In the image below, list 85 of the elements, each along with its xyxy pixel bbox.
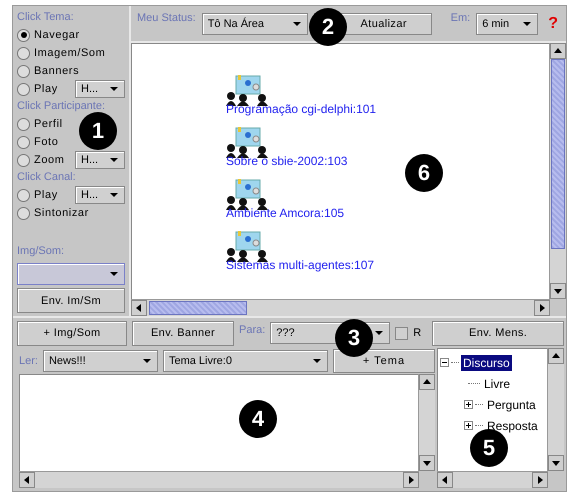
topic-link[interactable]: Sobre o sbie-2002:103 xyxy=(226,154,348,168)
dropdown[interactable]: H... xyxy=(75,80,125,98)
radio-button[interactable] xyxy=(17,64,30,78)
option-label: Navegar xyxy=(34,29,81,41)
horizontal-scrollbar[interactable] xyxy=(437,471,548,488)
scroll-left-button[interactable] xyxy=(437,472,453,488)
tree-item[interactable]: Livre xyxy=(482,376,512,392)
expand-icon[interactable] xyxy=(464,421,473,430)
scroll-right-button[interactable] xyxy=(534,300,550,316)
option-label: Sintonizar xyxy=(34,207,90,219)
reader-label: Ler: xyxy=(19,355,38,367)
group-icon xyxy=(226,178,270,210)
caret-icon xyxy=(109,269,119,279)
scroll-up-button[interactable] xyxy=(548,348,564,364)
group-icon xyxy=(226,126,270,158)
send-banner-button[interactable]: Env. Banner xyxy=(132,320,234,346)
caret-icon xyxy=(109,84,119,94)
interval-label: Em: xyxy=(450,12,470,24)
option-label: Zoom xyxy=(34,154,66,166)
topic-link[interactable]: Programação cgi-delphi:101 xyxy=(226,102,376,116)
dropdown[interactable]: H... xyxy=(75,151,125,169)
scroll-right-button[interactable] xyxy=(403,472,419,488)
vertical-scrollbar[interactable] xyxy=(549,43,566,299)
tree-item[interactable]: Discurso xyxy=(461,354,512,370)
status-label: Meu Status: xyxy=(137,12,196,24)
option-label: Banners xyxy=(34,65,80,77)
dropdown[interactable]: Tô Na Área xyxy=(202,12,308,34)
dropdown[interactable]: 6 min xyxy=(476,12,538,34)
scroll-left-button[interactable] xyxy=(131,300,147,316)
field-label: Img/Som: xyxy=(17,244,66,259)
radio-button[interactable] xyxy=(17,46,30,60)
checkbox[interactable] xyxy=(395,326,408,340)
radio-button[interactable] xyxy=(17,28,30,42)
caret-icon xyxy=(142,356,152,366)
vertical-scrollbar[interactable] xyxy=(418,374,435,471)
group-label: Click Participante: xyxy=(17,99,106,114)
radio-button[interactable] xyxy=(17,206,30,220)
callout-tooltip: 1 xyxy=(79,112,117,150)
option-label: Imagem/Som xyxy=(34,47,106,59)
scroll-up-button[interactable] xyxy=(550,43,566,59)
scrollbar-thumb[interactable] xyxy=(149,301,247,315)
collapse-icon[interactable] xyxy=(440,358,449,367)
radio-button[interactable] xyxy=(17,188,30,202)
dropdown[interactable] xyxy=(17,263,125,285)
dropdown[interactable]: News!!! xyxy=(42,350,158,372)
caret-icon xyxy=(109,155,119,165)
add-media-button[interactable]: + Img/Som xyxy=(17,320,127,346)
option-label: Foto xyxy=(34,136,60,148)
send-message-button[interactable]: Env. Mens. xyxy=(432,320,564,346)
caret-icon xyxy=(374,328,384,338)
group-icon xyxy=(226,74,270,106)
option-label: Play xyxy=(34,83,59,95)
dropdown[interactable]: H... xyxy=(75,186,125,204)
group-label: Click Canal: xyxy=(17,170,77,185)
scroll-down-button[interactable] xyxy=(548,455,564,471)
horizontal-scrollbar[interactable] xyxy=(19,471,419,488)
scroll-right-button[interactable] xyxy=(532,472,548,488)
recipient-label: Para: xyxy=(239,324,266,336)
option-label: Play xyxy=(34,189,59,201)
send-button[interactable]: Env. Im/Sm xyxy=(17,288,125,313)
radio-button[interactable] xyxy=(17,82,30,96)
message-area[interactable] xyxy=(19,374,418,471)
topic-link[interactable]: Ambiente Amcora:105 xyxy=(226,206,344,220)
scroll-down-button[interactable] xyxy=(550,283,566,299)
dropdown[interactable]: Tema Livre:0 xyxy=(162,350,328,372)
topic-link[interactable]: Sistemas multi-agentes:107 xyxy=(226,258,374,272)
callout-tooltip: 2 xyxy=(309,8,347,46)
radio-button[interactable] xyxy=(17,154,30,166)
group-label: Click Tema: xyxy=(17,10,75,25)
radio-button[interactable] xyxy=(17,136,30,148)
radio-button[interactable] xyxy=(17,118,30,130)
scroll-left-button[interactable] xyxy=(19,472,35,488)
horizontal-scrollbar[interactable] xyxy=(131,299,550,316)
group-icon xyxy=(226,230,270,262)
scrollbar-thumb[interactable] xyxy=(551,59,565,249)
vertical-scrollbar[interactable] xyxy=(547,348,564,471)
option-label: Perfil xyxy=(34,118,64,130)
tree-item[interactable]: Pergunta xyxy=(485,396,538,412)
expand-icon[interactable] xyxy=(464,400,473,409)
scroll-up-button[interactable] xyxy=(419,374,435,390)
caret-icon xyxy=(312,356,322,366)
scroll-down-button[interactable] xyxy=(419,455,435,471)
add-theme-button[interactable]: + Tema xyxy=(332,349,435,373)
checkbox-label: R xyxy=(413,327,422,339)
caret-icon xyxy=(109,190,119,200)
